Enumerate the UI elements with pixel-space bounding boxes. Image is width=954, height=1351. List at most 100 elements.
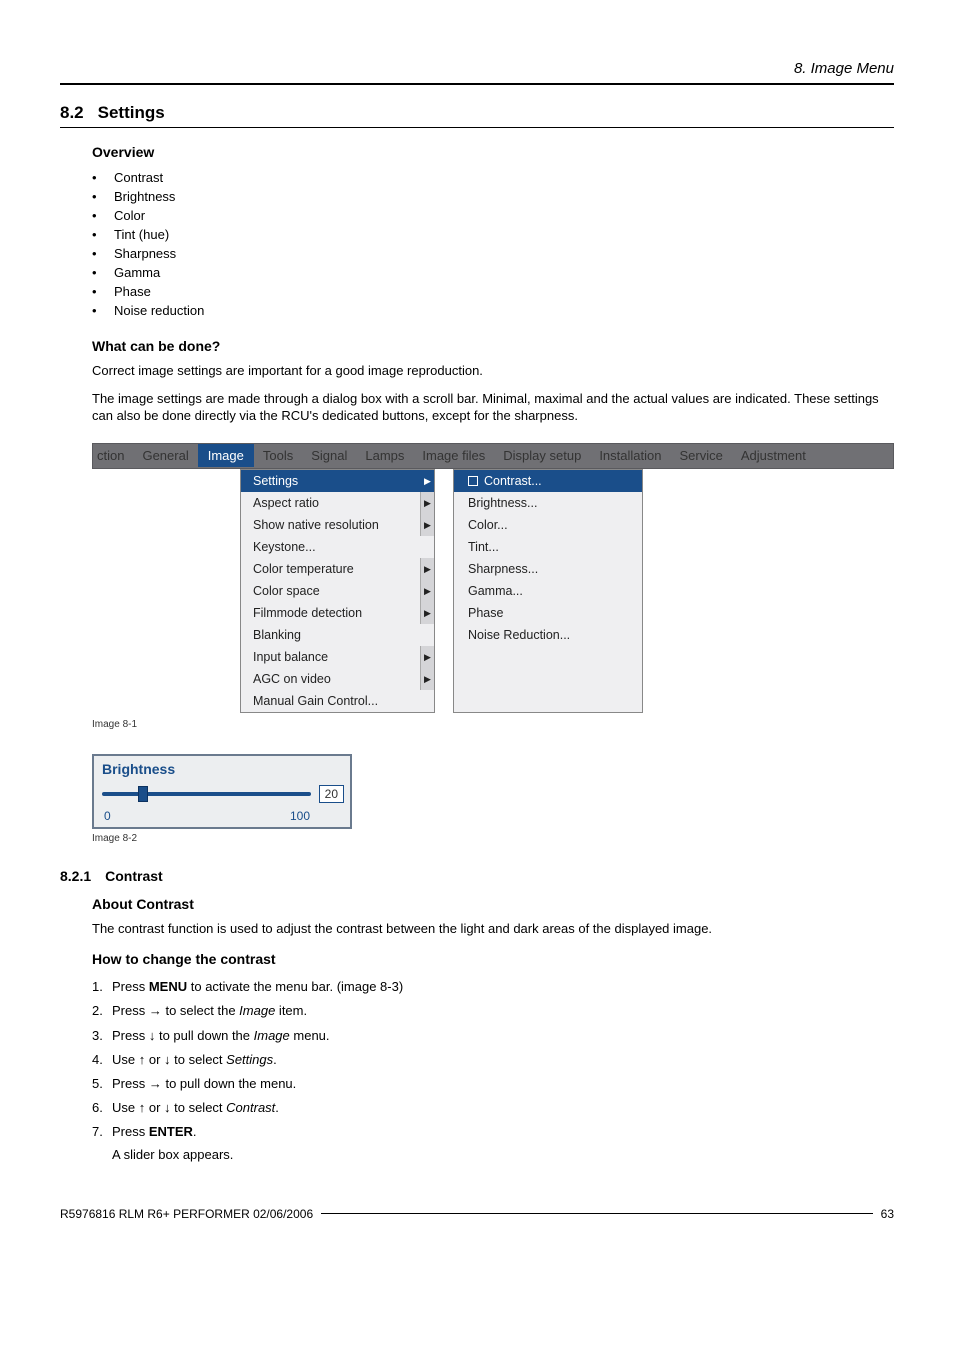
arrow-right-icon: ▶: [420, 602, 434, 624]
step-italic: Image: [239, 1003, 275, 1018]
dropdown-item[interactable]: Color temperature ▶: [241, 558, 434, 580]
dropdown-item[interactable]: Input balance▶: [241, 646, 434, 668]
menu-item[interactable]: Tools: [254, 448, 302, 463]
dropdown-item[interactable]: Brightness...: [454, 492, 642, 514]
dropdown-image: Settings▶ Aspect ratio▶ Show native reso…: [240, 469, 435, 713]
slider[interactable]: [100, 783, 313, 805]
slider-track-line: [102, 792, 311, 796]
menu-item[interactable]: Lamps: [356, 448, 413, 463]
step-text: Press → to pull down the menu.: [112, 1076, 296, 1091]
subsection-name: Contrast: [105, 868, 163, 884]
dropdown-item[interactable]: Phase: [454, 602, 642, 624]
dropdown-item[interactable]: AGC on video▶: [241, 668, 434, 690]
arrow-right-icon: ▶: [420, 492, 434, 514]
subsection-title: 8.2.1Contrast: [60, 868, 894, 884]
dropdown-label: Keystone...: [253, 540, 316, 554]
step-text: to activate the menu bar. (image 8-3): [187, 979, 403, 994]
step-italic: Contrast: [226, 1100, 275, 1115]
step-item: Use ↑ or ↓ to select Settings.: [92, 1048, 894, 1072]
step-item: Press → to select the Image item.: [92, 999, 894, 1023]
step-italic: Image: [254, 1028, 290, 1043]
dropdown-item[interactable]: Noise Reduction...: [454, 624, 642, 646]
menu-item-active[interactable]: Image: [198, 444, 254, 467]
brightness-dialog: Brightness 20 0 100: [92, 754, 352, 829]
dropdown-item[interactable]: Filmmode detection ▶: [241, 602, 434, 624]
menu-bar: ction General Image Tools Signal Lamps I…: [92, 443, 894, 469]
menu-item[interactable]: General: [133, 448, 197, 463]
howto-heading: How to change the contrast: [92, 951, 894, 967]
dropdown-item[interactable]: Aspect ratio ▶: [241, 492, 434, 514]
dropdown-label: Color space: [253, 584, 320, 598]
slider-thumb[interactable]: [138, 786, 148, 802]
step-text: .: [275, 1100, 279, 1115]
figure-caption-2: Image 8-2: [92, 833, 894, 844]
dropdown-label: Brightness...: [468, 496, 537, 510]
overview-list: Contrast Brightness Color Tint (hue) Sha…: [92, 168, 894, 320]
dialog-title: Brightness: [94, 756, 350, 781]
slider-max: 100: [290, 809, 310, 823]
dropdown-item[interactable]: Color...: [454, 514, 642, 536]
menu-item[interactable]: Service: [670, 448, 731, 463]
footer-left: R5976816 RLM R6+ PERFORMER 02/06/2006: [60, 1207, 313, 1221]
step-text: .: [273, 1052, 277, 1067]
chapter-header: 8. Image Menu: [60, 60, 894, 77]
list-item: Contrast: [92, 168, 894, 187]
list-item: Brightness: [92, 187, 894, 206]
checkbox-icon: [468, 476, 478, 486]
step-text: Use ↑ or ↓ to select: [112, 1100, 226, 1115]
menu-item[interactable]: Adjustment: [732, 448, 815, 463]
dropdown-label: Phase: [468, 606, 503, 620]
step-bold: MENU: [149, 979, 187, 994]
dropdown-label: Aspect ratio: [253, 496, 319, 510]
overview-heading: Overview: [92, 144, 894, 160]
dropdown-item[interactable]: Keystone...: [241, 536, 434, 558]
dropdown-label: Tint...: [468, 540, 499, 554]
dropdown-label: Noise Reduction...: [468, 628, 570, 642]
step-text: Press: [112, 979, 149, 994]
dropdown-item[interactable]: Gamma...: [454, 580, 642, 602]
step-item: Press → to pull down the menu.: [92, 1072, 894, 1096]
step-text: Use ↑ or ↓ to select: [112, 1052, 226, 1067]
menu-item[interactable]: Image files: [413, 448, 494, 463]
dropdown-item[interactable]: Blanking: [241, 624, 434, 646]
step-bold: ENTER: [149, 1124, 193, 1139]
dropdown-item[interactable]: Show native resolution▶: [241, 514, 434, 536]
menu-item[interactable]: Display setup: [494, 448, 590, 463]
menu-item[interactable]: ction: [93, 448, 133, 463]
about-text: The contrast function is used to adjust …: [92, 920, 894, 938]
step-text: Press ↓ to pull down the: [112, 1028, 254, 1043]
dropdown-label: Color...: [468, 518, 508, 532]
dropdown-label: Color temperature: [253, 562, 354, 576]
dropdown-label: Manual Gain Control...: [253, 694, 378, 708]
dropdown-label: Settings: [253, 474, 298, 488]
arrow-right-icon: ▶: [420, 514, 434, 536]
dropdown-settings: Contrast... Brightness... Color... Tint.…: [453, 469, 643, 713]
step-italic: Settings: [226, 1052, 273, 1067]
list-item: Tint (hue): [92, 225, 894, 244]
menu-item[interactable]: Installation: [590, 448, 670, 463]
arrow-right-icon: ▶: [420, 580, 434, 602]
step-item: Press ENTER. A slider box appears.: [92, 1120, 894, 1166]
step-substep: A slider box appears.: [112, 1142, 894, 1164]
dropdown-item[interactable]: Manual Gain Control...: [241, 690, 434, 712]
menu-item[interactable]: Signal: [302, 448, 356, 463]
arrow-right-icon: ▶: [420, 646, 434, 668]
figure-caption-1: Image 8-1: [92, 719, 894, 730]
dropdown-item[interactable]: Contrast...: [454, 470, 642, 492]
dropdown-item[interactable]: Tint...: [454, 536, 642, 558]
dropdown-label: Filmmode detection: [253, 606, 362, 620]
arrow-right-icon: ▶: [420, 558, 434, 580]
dropdown-label: Sharpness...: [468, 562, 538, 576]
slider-value: 20: [319, 785, 344, 803]
step-item: Press ↓ to pull down the Image menu.: [92, 1024, 894, 1048]
section-rule: [60, 127, 894, 128]
step-item: Press MENU to activate the menu bar. (im…: [92, 975, 894, 999]
step-text: item.: [275, 1003, 307, 1018]
dropdown-item[interactable]: Color space ▶: [241, 580, 434, 602]
menu-screenshot: ction General Image Tools Signal Lamps I…: [92, 443, 894, 713]
page-footer: R5976816 RLM R6+ PERFORMER 02/06/2006 63: [60, 1207, 894, 1221]
section-name: Settings: [98, 103, 165, 122]
dropdown-item[interactable]: Settings▶: [241, 470, 434, 492]
dropdown-item[interactable]: Sharpness...: [454, 558, 642, 580]
dropdown-label: Blanking: [253, 628, 301, 642]
